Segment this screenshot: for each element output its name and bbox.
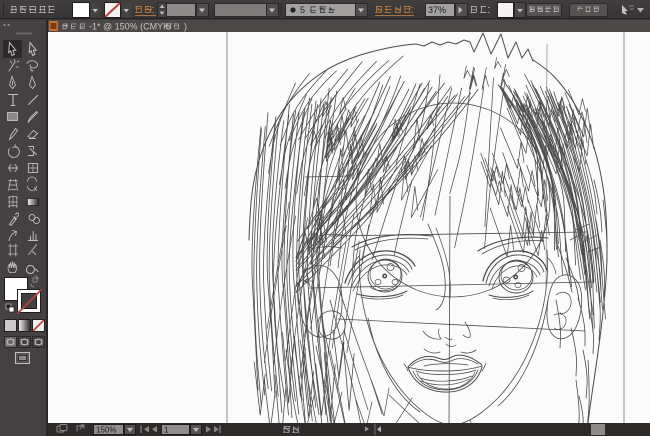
svg-text:1: 1 — [164, 426, 169, 435]
svg-text:-1* @ 150% (CMYK/: -1* @ 150% (CMYK/ — [89, 22, 172, 32]
svg-text:37%: 37% — [428, 5, 446, 15]
svg-text:): ) — [184, 22, 187, 32]
svg-text:5: 5 — [300, 5, 305, 15]
svg-text:150%: 150% — [96, 426, 116, 435]
